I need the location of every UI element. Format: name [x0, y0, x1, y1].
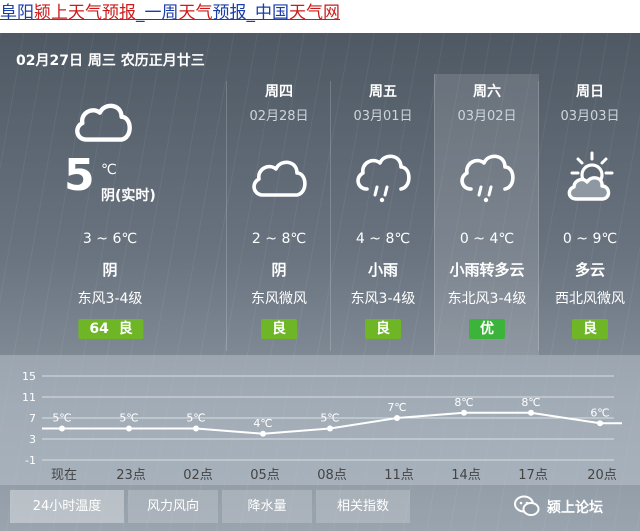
- temperature-point: [597, 420, 603, 427]
- date: 03月02日: [457, 109, 517, 124]
- x-tick-label: 23点: [116, 468, 146, 483]
- temperature-point: [394, 415, 400, 421]
- temperature-point: [528, 409, 534, 416]
- x-tick-label: 现在: [51, 468, 77, 483]
- title-link-forecast-word[interactable]: 预报: [213, 3, 247, 23]
- wechat-icon: [514, 495, 540, 516]
- temperature-point-label: 8℃: [521, 396, 540, 409]
- forecast-day-thu[interactable]: 周四 02月28日 2 ~ 8℃ 阴 东风微风 良: [226, 81, 331, 351]
- aqi-badge[interactable]: 良: [572, 319, 608, 339]
- title-link-weather-net[interactable]: 天气网: [289, 3, 340, 23]
- y-tick-label: 15: [22, 370, 36, 383]
- date: 03月01日: [353, 109, 413, 124]
- temperature-point: [59, 425, 65, 432]
- aqi-badge[interactable]: 优: [469, 319, 505, 339]
- tab-precipitation[interactable]: 降水量: [222, 490, 312, 523]
- today-condition: 阴: [102, 261, 118, 279]
- forecast-day-sun[interactable]: 周日 03月03日 0 ~ 9℃ 多云 西北风微风 良: [538, 81, 640, 351]
- aqi-value: 64: [89, 321, 109, 337]
- y-tick-label: 7: [29, 412, 36, 425]
- condition: 阴: [271, 261, 287, 279]
- temperature-point: [461, 409, 467, 416]
- weekday: 周五: [369, 84, 397, 100]
- x-tick-label: 14点: [451, 468, 481, 483]
- today-aqi-badge[interactable]: 64 良: [78, 319, 144, 339]
- forecast-day-sat[interactable]: 周六 03月02日 0 ~ 4℃ 小雨转多云 东北风3-4级 优: [434, 74, 539, 355]
- forecast-day-fri[interactable]: 周五 03月01日 4 ~ 8℃ 小雨 东风3-4级 良: [330, 81, 435, 351]
- temperature-point: [193, 425, 199, 432]
- x-tick-label: 20点: [587, 468, 617, 483]
- temperature-point-label: 5℃: [320, 412, 339, 425]
- x-tick-label: 17点: [518, 468, 548, 483]
- x-tick-label: 02点: [183, 468, 213, 483]
- light-rain-icon: [356, 154, 411, 203]
- tab-24h-temperature[interactable]: 24小时温度: [10, 490, 124, 523]
- cloud-icon: [252, 160, 307, 197]
- today-wind: 东风3-4级: [77, 291, 143, 307]
- tab-wind[interactable]: 风力风向: [128, 490, 218, 523]
- date: 03月03日: [560, 109, 620, 124]
- temp-range: 0 ~ 4℃: [459, 231, 515, 247]
- temperature-point: [260, 430, 266, 437]
- title-link-weather[interactable]: 天气: [179, 3, 213, 23]
- title-link-forecast[interactable]: 颍上天气预报: [34, 3, 136, 23]
- weekday: 周日: [576, 84, 604, 100]
- wind: 西北风微风: [555, 291, 625, 307]
- date: 02月28日: [249, 109, 309, 124]
- title-link-week[interactable]: _一周: [136, 3, 179, 23]
- aqi-badge[interactable]: 良: [365, 319, 401, 339]
- wind: 东风3-4级: [350, 291, 416, 307]
- weekday: 周六: [473, 84, 501, 100]
- y-tick-label: 11: [22, 391, 36, 404]
- temperature-point-label: 5℃: [186, 412, 205, 425]
- temp-range: 4 ~ 8℃: [355, 231, 411, 247]
- x-tick-label: 08点: [317, 468, 347, 483]
- condition: 多云: [574, 261, 605, 279]
- weather-panel: 02月27日 周三 农历正月廿三 5 ℃ 阴(实时) 3 ~ 6℃ 阴 东风3-…: [0, 33, 640, 531]
- aqi-badge[interactable]: 良: [261, 319, 297, 339]
- temperature-point-label: 6℃: [590, 406, 609, 419]
- watermark-text: 颍上论坛: [547, 500, 603, 516]
- x-tick-label: 05点: [250, 468, 280, 483]
- temperature-chart-svg: 15 11 7 3 -1 5℃ 现在 5℃ 23点 5℃ 02点 4℃ 05点 5℃ 08点 7℃ 11点 8℃ 1…: [22, 370, 622, 483]
- today-date: 02月27日 周三 农历正月廿三: [16, 53, 205, 69]
- temp-range: 2 ~ 8℃: [251, 231, 307, 247]
- y-tick-label: -1: [25, 454, 36, 467]
- light-rain-icon: [460, 154, 515, 203]
- cloud-icon: [75, 103, 132, 142]
- weekday: 周四: [265, 84, 293, 100]
- temperature-point-label: 4℃: [253, 417, 272, 430]
- temperature-unit: ℃: [101, 162, 117, 178]
- condition: 小雨转多云: [449, 261, 525, 279]
- wind: 东北风3-4级: [447, 291, 527, 307]
- today-temp-range: 3 ~ 6℃: [82, 231, 138, 247]
- temp-range: 0 ~ 9℃: [562, 231, 618, 247]
- temperature-point: [327, 425, 333, 432]
- tab-indices[interactable]: 相关指数: [316, 490, 410, 523]
- temperature-chart: 15 11 7 3 -1 5℃ 现在 5℃ 23点 5℃ 02点 4℃ 05点 5℃ 08点 7℃ 11点 8℃ 1…: [0, 355, 640, 485]
- x-tick-label: 11点: [384, 468, 414, 483]
- condition: 小雨: [367, 261, 398, 279]
- aqi-label: 良: [118, 321, 133, 337]
- realtime-condition: 阴(实时): [101, 188, 156, 204]
- wind: 东风微风: [251, 291, 307, 307]
- temperature-point-label: 5℃: [119, 412, 138, 425]
- temperature-point-label: 8℃: [454, 396, 473, 409]
- title-link-city[interactable]: 阜阳: [0, 3, 34, 23]
- temperature-point-label: 5℃: [52, 412, 71, 425]
- current-temperature: 5: [64, 150, 95, 201]
- partly-cloudy-icon: [567, 151, 614, 201]
- temperature-point-label: 7℃: [387, 401, 406, 414]
- page-title: 阜阳颍上天气预报_一周天气预报_中国天气网: [0, 0, 640, 33]
- title-link-china[interactable]: _中国: [247, 3, 290, 23]
- temperature-point: [126, 425, 132, 432]
- today-column: 5 ℃ 阴(实时) 3 ~ 6℃ 阴 东风3-4级 64 良: [0, 81, 226, 351]
- y-tick-label: 3: [29, 433, 36, 446]
